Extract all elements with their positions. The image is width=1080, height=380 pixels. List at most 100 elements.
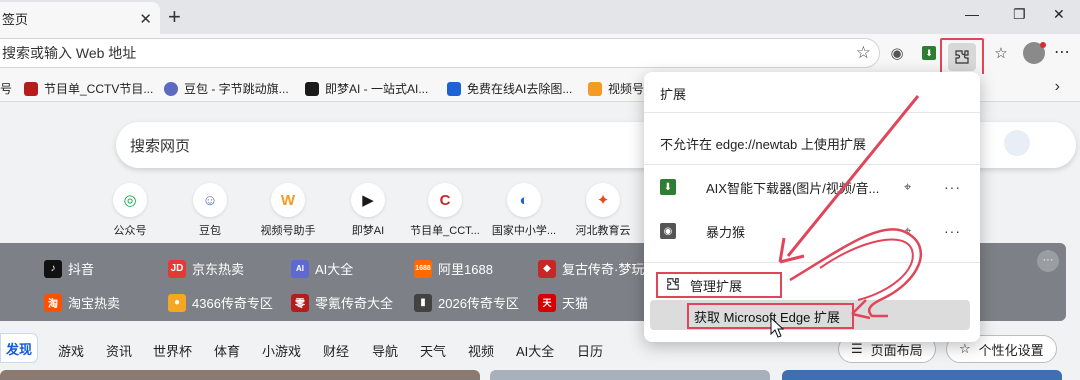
hot-site-link[interactable]: 天天猫 — [538, 293, 588, 312]
nav-item[interactable]: 导航 — [372, 341, 398, 360]
feed-card[interactable] — [782, 370, 1062, 380]
hot-site-link[interactable]: JD 京东热卖 — [168, 259, 244, 278]
douyin-icon: ♪ — [44, 259, 62, 278]
nav-item[interactable]: 小游戏 — [262, 341, 301, 360]
minimize-icon[interactable]: — — [965, 6, 979, 22]
taobao-icon: 淘 — [44, 293, 62, 312]
feed-card[interactable] — [0, 370, 480, 380]
manage-extensions-item[interactable]: 管理扩展 — [656, 272, 782, 298]
new-tab-button[interactable]: + — [168, 4, 181, 30]
get-extensions-label[interactable]: 获取 Microsoft Edge 扩展 — [687, 303, 854, 329]
nav-item[interactable]: 游戏 — [58, 341, 84, 360]
nav-item[interactable]: 天气 — [420, 341, 446, 360]
jd-icon: JD — [168, 259, 186, 278]
nav-item[interactable]: 世界杯 — [153, 341, 192, 360]
tab-title: 签页 — [2, 11, 29, 27]
hebei-edu-icon: ✦ — [586, 183, 620, 217]
nav-item[interactable]: 视频 — [468, 341, 494, 360]
extension-item-aix[interactable]: ⬇ AIX智能下载器(图片/视频/音... ⌖ ··· — [660, 174, 966, 200]
ai-remove-icon — [447, 81, 461, 96]
notification-dot — [1040, 42, 1046, 48]
doubao-icon — [164, 81, 178, 96]
search-placeholder: 搜索网页 — [130, 137, 191, 155]
channels-icon — [588, 81, 602, 96]
tab-discover[interactable]: 发现 — [0, 333, 38, 363]
quick-link-tile[interactable]: ☺ 豆包 — [170, 183, 250, 238]
hot-site-link[interactable]: ● 4366传奇专区 — [168, 293, 273, 312]
nav-item[interactable]: 日历 — [577, 341, 603, 360]
favorites-list-icon[interactable]: ☆ — [990, 42, 1012, 64]
download-icon: ⬇ — [660, 179, 676, 195]
more-options-icon[interactable]: ··· — [944, 223, 961, 239]
tmall-icon: 天 — [538, 293, 556, 312]
cctv-icon — [24, 81, 38, 96]
quick-link-tile[interactable]: C 节目单_CCT... — [405, 183, 485, 238]
address-input[interactable]: 搜索或输入 Web 地址 — [0, 43, 136, 63]
puzzle-icon — [948, 43, 976, 71]
divider — [644, 262, 980, 263]
doubao-icon: ☺ — [193, 183, 227, 217]
divider — [644, 164, 980, 165]
extensions-button[interactable] — [940, 38, 984, 76]
hot-site-link[interactable]: 淘淘宝热卖 — [44, 293, 120, 312]
download-extension-icon[interactable]: ⬇ — [918, 42, 940, 64]
ai-directory-icon: AI — [291, 259, 309, 278]
extension-item-violentmonkey[interactable]: ◉ 暴力猴 ⌖ ··· — [660, 218, 966, 244]
alibaba-1688-icon: 1688 — [414, 259, 432, 278]
quick-link-tile[interactable]: ◎ 公众号 — [90, 183, 170, 238]
search-button[interactable] — [1004, 130, 1030, 156]
hot-site-link[interactable]: ◆ 复古传奇·梦玩 — [538, 259, 644, 278]
chevron-right-icon[interactable]: › — [1055, 78, 1060, 96]
tab-close-icon[interactable]: ✕ — [139, 10, 152, 28]
favorite-star-icon[interactable]: ☆ — [856, 43, 871, 63]
quick-link-tile[interactable]: ◐ 国家中小学... — [484, 183, 564, 238]
quick-link-tile[interactable]: ▶ 即梦AI — [328, 183, 408, 238]
hot-site-link[interactable]: ♪ 抖音 — [44, 259, 94, 278]
feed-card[interactable] — [490, 370, 770, 380]
extension-name: 暴力猴 — [706, 224, 746, 240]
favorite-item[interactable]: 免费在线AI去除图... — [447, 80, 572, 97]
feed-cards — [0, 370, 1080, 380]
nav-item[interactable]: AI大全 — [516, 341, 554, 360]
favorite-item[interactable]: 节目单_CCTV节目... — [24, 80, 153, 97]
quick-link-tile[interactable]: ✦ 河北教育云 — [563, 183, 643, 238]
nav-item[interactable]: 资讯 — [106, 341, 132, 360]
edu-platform-icon: ◐ — [507, 183, 541, 217]
browser-toolbar: 搜索或输入 Web 地址 ☆ ◉ ⬇ ☆ — [0, 34, 1080, 74]
extensions-notice: 不允许在 edge://newtab 上使用扩展 — [660, 137, 866, 152]
more-options-icon[interactable]: ··· — [944, 179, 961, 195]
sliders-icon: ☰ — [851, 341, 863, 356]
address-bar[interactable]: 搜索或输入 Web 地址 ☆ — [0, 38, 880, 68]
popup-title: 扩展 — [660, 87, 687, 102]
legend-game-icon: ◆ — [538, 259, 556, 278]
violentmonkey-icon: ◉ — [660, 223, 676, 239]
restore-icon[interactable]: ❐ — [1013, 6, 1026, 23]
game-4366-icon: ● — [168, 293, 186, 312]
sparkle-icon: ☆ — [959, 341, 971, 356]
window-close-icon[interactable]: ✕ — [1053, 6, 1065, 23]
quick-link-tile[interactable]: W 视频号助手 — [248, 183, 328, 238]
favorite-item[interactable]: 号 — [0, 80, 12, 97]
browser-tab[interactable]: 签页 ✕ — [0, 2, 160, 34]
legend-2026-icon: ▮ — [414, 293, 432, 312]
nav-item[interactable]: 财经 — [323, 341, 349, 360]
channels-icon: W — [271, 183, 305, 217]
hot-site-link[interactable]: ▮ 2026传奇专区 — [414, 293, 519, 312]
favorite-item[interactable]: 即梦AI - 一站式AI... — [305, 80, 428, 97]
extension-name: AIX智能下载器(图片/视频/音... — [706, 180, 880, 196]
jimeng-icon: ▶ — [351, 183, 385, 217]
favorite-item[interactable]: 豆包 - 字节跳动旗... — [164, 80, 289, 97]
pin-icon[interactable]: ⌖ — [904, 179, 911, 195]
nav-item[interactable]: 体育 — [214, 341, 240, 360]
pin-icon[interactable]: ⌖ — [904, 223, 911, 239]
legend-zero-icon: 零 — [291, 293, 309, 312]
puzzle-icon — [666, 277, 680, 294]
hot-site-link[interactable]: AI AI大全 — [291, 259, 353, 278]
more-options-icon[interactable]: ··· — [1037, 250, 1059, 272]
settings-menu-icon[interactable]: ⋯ — [1054, 42, 1070, 62]
violentmonkey-toolbar-icon[interactable]: ◉ — [886, 42, 908, 64]
extensions-popup: 扩展 不允许在 edge://newtab 上使用扩展 ⬇ AIX智能下载器(图… — [644, 72, 980, 342]
hot-site-link[interactable]: 1688 阿里1688 — [414, 259, 493, 278]
hot-site-link[interactable]: 零零氪传奇大全 — [291, 293, 393, 312]
wechat-official-icon: ◎ — [113, 183, 147, 217]
